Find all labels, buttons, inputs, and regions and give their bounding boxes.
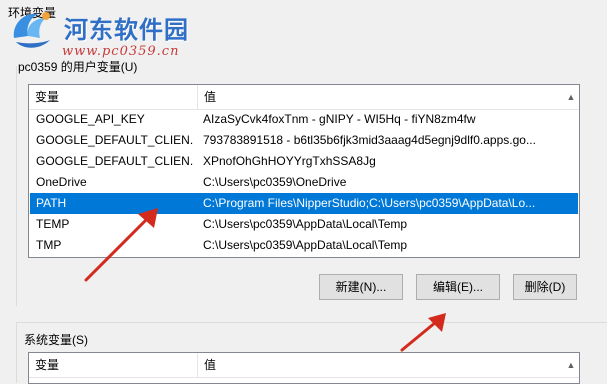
table-row[interactable]: GOOGLE_DEFAULT_CLIEN... 793783891518 - b… <box>30 130 578 151</box>
user-vars-list[interactable]: 变量 值 GOOGLE_API_KEY AIzaSyCvk4foxTnm - g… <box>28 84 580 258</box>
watermark-logo-icon <box>13 12 50 48</box>
variable-value: C:\Program Files\NipperStudio;C:\Users\p… <box>203 196 536 210</box>
edit-button[interactable]: 编辑(E)... <box>416 274 500 300</box>
variable-value: 793783891518 - b6tl35b6fjk3mid3aaag4d5eg… <box>203 133 536 147</box>
column-header-variable[interactable]: 变量 <box>29 85 197 109</box>
user-vars-group-label: pc0359 的用户变量(U) <box>18 58 142 75</box>
new-button[interactable]: 新建(N)... <box>319 274 403 300</box>
variable-value: C:\Users\pc0359\AppData\Local\Temp <box>203 217 408 231</box>
table-row[interactable]: GOOGLE_API_KEY AIzaSyCvk4foxTnm - gNIPY … <box>30 109 578 130</box>
variable-value: AIzaSyCvk4foxTnm - gNIPY - WI5Hq - fiYN8… <box>203 112 476 126</box>
table-row[interactable]: OneDrive C:\Users\pc0359\OneDrive <box>30 172 578 193</box>
watermark-name: 河东软件园 <box>64 15 189 44</box>
scroll-up-arrow-icon[interactable]: ▲ <box>563 89 579 105</box>
column-header-value[interactable]: 值 <box>198 353 578 377</box>
delete-button[interactable]: 删除(D) <box>513 274 577 300</box>
table-row[interactable]: TEMP C:\Users\pc0359\AppData\Local\Temp <box>30 214 578 235</box>
variable-name: OneDrive <box>36 175 87 189</box>
system-vars-list-header: 变量 值 <box>29 353 579 378</box>
variable-name: TEMP <box>36 217 70 231</box>
watermark-url: www.pc0359.cn <box>62 44 180 59</box>
column-header-value[interactable]: 值 <box>198 85 578 109</box>
variable-value: C:\Users\pc0359\AppData\Local\Temp <box>203 238 408 252</box>
column-header-variable[interactable]: 变量 <box>29 353 197 377</box>
user-vars-list-header: 变量 值 <box>29 85 579 110</box>
system-vars-list[interactable]: 变量 值 ▲ <box>28 352 580 384</box>
variable-name: GOOGLE_API_KEY <box>36 112 145 126</box>
variable-name: GOOGLE_DEFAULT_CLIEN... <box>36 133 194 147</box>
variable-value: XPnofOhGhHOYYrgTxhSSA8Jg <box>203 154 376 168</box>
variable-name: GOOGLE_DEFAULT_CLIEN... <box>36 154 194 168</box>
table-row[interactable]: GOOGLE_DEFAULT_CLIEN... XPnofOhGhHOYYrgT… <box>30 151 578 172</box>
variable-name: TMP <box>36 238 62 252</box>
variable-name: PATH <box>36 196 67 210</box>
scroll-up-arrow-icon[interactable]: ▲ <box>563 357 579 373</box>
table-row-selected[interactable]: PATH C:\Program Files\NipperStudio;C:\Us… <box>30 193 578 214</box>
variable-value: C:\Users\pc0359\OneDrive <box>203 175 347 189</box>
table-row[interactable]: TMP C:\Users\pc0359\AppData\Local\Temp <box>30 235 578 256</box>
